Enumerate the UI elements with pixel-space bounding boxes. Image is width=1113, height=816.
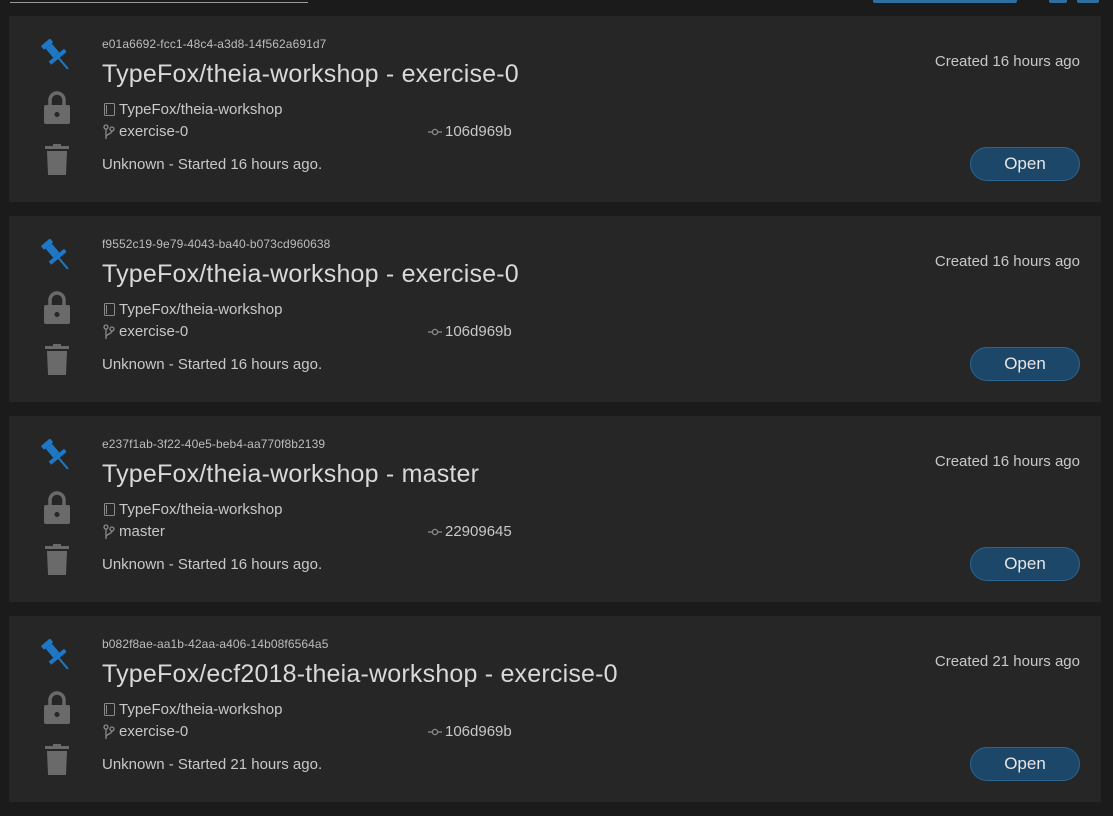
workspace-card: e01a6692-fcc1-48c4-a3d8-14f562a691d7 Typ… [9,16,1101,202]
commit-icon [428,324,442,340]
workspace-commit: 22909645 [428,523,512,540]
commit-icon [428,524,442,540]
workspace-repo: TypeFox/theia-workshop [102,301,282,318]
workspace-id: e237f1ab-3f22-40e5-beb4-aa770f8b2139 [102,437,326,451]
workspace-title: TypeFox/theia-workshop - exercise-0 [102,260,519,288]
open-button[interactable]: Open [970,147,1080,181]
workspace-branch-label: exercise-0 [119,723,189,740]
workspace-title: TypeFox/theia-workshop - exercise-0 [102,60,519,88]
workspace-commit-label: 106d969b [445,323,512,340]
workspace-status: Unknown - Started 21 hours ago. [102,756,323,773]
workspace-commit: 106d969b [428,123,512,140]
search-input[interactable] [10,2,308,3]
pin-icon[interactable] [37,636,77,676]
workspace-branch-label: exercise-0 [119,323,189,340]
repo-icon [102,502,116,518]
workspace-repo: TypeFox/theia-workshop [102,501,282,518]
pin-icon[interactable] [37,236,77,276]
workspace-title: TypeFox/ecf2018-theia-workshop - exercis… [102,660,618,688]
workspace-status: Unknown - Started 16 hours ago. [102,356,323,373]
lock-icon[interactable] [37,488,77,528]
lock-icon[interactable] [37,688,77,728]
workspace-commit-label: 106d969b [445,123,512,140]
workspace-title: TypeFox/theia-workshop - master [102,460,480,488]
workspace-status: Unknown - Started 16 hours ago. [102,156,323,173]
workspace-list: e01a6692-fcc1-48c4-a3d8-14f562a691d7 Typ… [9,16,1101,816]
repo-icon [102,702,116,718]
workspace-commit-label: 106d969b [445,723,512,740]
commit-icon [428,124,442,140]
workspace-branch: exercise-0 [102,123,188,140]
workspace-created: Created 16 hours ago [934,53,1080,70]
open-button[interactable]: Open [970,747,1080,781]
open-button[interactable]: Open [970,547,1080,581]
branch-icon [102,123,116,140]
top-toolbar [0,0,1113,14]
trash-icon[interactable] [37,740,77,780]
workspace-card: e237f1ab-3f22-40e5-beb4-aa770f8b2139 Typ… [9,416,1101,602]
commit-icon [428,724,442,740]
pin-icon[interactable] [37,36,77,76]
workspace-branch: exercise-0 [102,323,188,340]
workspace-branch: exercise-0 [102,723,188,740]
trash-icon[interactable] [37,540,77,580]
workspace-created: Created 16 hours ago [934,253,1080,270]
workspace-id: e01a6692-fcc1-48c4-a3d8-14f562a691d7 [102,37,327,51]
workspace-card: b082f8ae-aa1b-42aa-a406-14b08f6564a5 Typ… [9,616,1101,802]
workspace-card: f9552c19-9e79-4043-ba40-b073cd960638 Typ… [9,216,1101,402]
workspace-commit: 106d969b [428,723,512,740]
branch-icon [102,323,116,340]
workspace-repo-label: TypeFox/theia-workshop [119,701,283,718]
workspace-status: Unknown - Started 16 hours ago. [102,556,323,573]
workspace-created: Created 21 hours ago [934,653,1080,670]
workspace-repo: TypeFox/theia-workshop [102,101,282,118]
workspace-repo-label: TypeFox/theia-workshop [119,301,283,318]
workspace-commit: 106d969b [428,323,512,340]
lock-icon[interactable] [37,288,77,328]
top-icon-button-1[interactable] [1049,0,1067,3]
repo-icon [102,102,116,118]
pin-icon[interactable] [37,436,77,476]
lock-icon[interactable] [37,88,77,128]
workspace-created: Created 16 hours ago [934,453,1080,470]
workspace-repo: TypeFox/theia-workshop [102,701,282,718]
workspace-branch-label: exercise-0 [119,123,189,140]
workspace-id: b082f8ae-aa1b-42aa-a406-14b08f6564a5 [102,637,329,651]
workspace-branch: master [102,523,165,540]
branch-icon [102,723,116,740]
top-action-button[interactable] [873,0,1017,3]
trash-icon[interactable] [37,140,77,180]
trash-icon[interactable] [37,340,77,380]
branch-icon [102,523,116,540]
workspace-branch-label: master [119,523,165,540]
workspace-commit-label: 22909645 [445,523,512,540]
repo-icon [102,302,116,318]
workspace-repo-label: TypeFox/theia-workshop [119,101,283,118]
top-icon-button-2[interactable] [1077,0,1099,3]
workspace-id: f9552c19-9e79-4043-ba40-b073cd960638 [102,237,331,251]
open-button[interactable]: Open [970,347,1080,381]
workspace-repo-label: TypeFox/theia-workshop [119,501,283,518]
